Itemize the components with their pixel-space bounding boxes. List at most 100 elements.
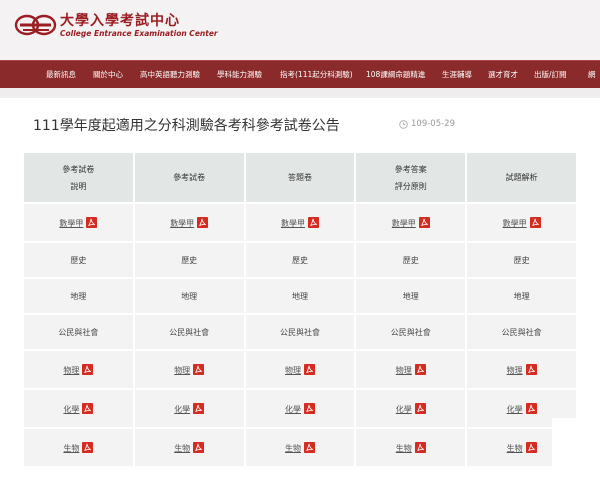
table-header-row: 參考試卷 說明 參考試卷 答題卷 參考答案 評分原則 試題解析 [24,153,576,202]
subject-link[interactable]: 生物 [507,444,523,453]
subject-link[interactable]: 化學 [396,405,412,414]
nav-english-listening[interactable]: 高中英語聽力測驗 [140,61,200,89]
table-cell[interactable]: 數學甲 [356,204,466,241]
subject-link[interactable]: 物理 [63,366,79,375]
table-cell[interactable]: 數學甲 [245,204,355,241]
logo-chinese-name[interactable]: 大學入學考試中心 [60,10,180,30]
nav-more[interactable]: 網 [588,61,596,89]
table-cell[interactable]: 物理 [134,351,244,388]
nav-career[interactable]: 生涯輔導 [442,61,472,89]
table-cell: 歷史 [245,243,355,277]
pdf-icon[interactable] [193,363,205,375]
table-cell: 公民與社會 [467,315,576,349]
table-cell[interactable]: 生物 [356,429,466,466]
subject-link[interactable]: 數學甲 [392,219,416,228]
table-cell[interactable]: 數學甲 [24,204,133,241]
table-cell[interactable]: 物理 [467,351,576,388]
pdf-icon[interactable] [307,216,319,228]
subject-link[interactable]: 物理 [396,366,412,375]
table-row: 生物 生物 生物 生物 生物 [24,429,576,466]
pdf-icon[interactable] [82,363,94,375]
table-cell[interactable]: 化學 [245,390,355,427]
header-reference-paper: 參考試卷 [134,153,244,202]
subject-link[interactable]: 數學甲 [281,219,305,228]
pdf-icon[interactable] [303,402,315,414]
subject-link[interactable]: 生物 [174,444,190,453]
table-cell[interactable]: 數學甲 [467,204,576,241]
nav-ast[interactable]: 指考(111起分科測驗) [280,61,353,89]
subject-link[interactable]: 化學 [507,405,523,414]
subject-link[interactable]: 數學甲 [170,219,194,228]
logo-english-name[interactable]: College Entrance Examination Center [60,29,218,38]
nav-talent[interactable]: 選才育才 [488,61,518,89]
header-analysis: 試題解析 [467,153,576,202]
table-cell[interactable]: 物理 [24,351,133,388]
pdf-icon[interactable] [414,363,426,375]
subject-label: 歷史 [70,255,87,265]
pdf-icon[interactable] [525,402,537,414]
table-cell[interactable]: 化學 [24,390,133,427]
subject-link[interactable]: 生物 [63,444,79,453]
nav-latest-news[interactable]: 最新訊息 [46,61,76,89]
exam-papers-table: 參考試卷 說明 參考試卷 答題卷 參考答案 評分原則 試題解析 數學甲 數學甲 數學甲 數學甲 數學… [22,151,578,468]
table-body: 數學甲 數學甲 數學甲 數學甲 數學甲 歷史 歷史 歷史 歷史 歷史 地理 地理 地理 地理 地理 公民與社會… [24,204,576,466]
subject-link[interactable]: 生物 [396,444,412,453]
header-label: 評分原則 [394,181,427,191]
pdf-icon[interactable] [193,402,205,414]
cec-logo-icon[interactable] [14,10,58,40]
pdf-icon[interactable] [86,216,98,228]
table-cell: 地理 [245,279,355,313]
table-cell[interactable]: 數學甲 [134,204,244,241]
pdf-icon[interactable] [193,441,205,453]
site-header: 大學入學考試中心 College Entrance Examination Ce… [0,0,600,60]
pdf-icon[interactable] [529,216,541,228]
header-label: 參考試卷 [173,173,206,182]
subject-link[interactable]: 物理 [174,366,190,375]
subject-link[interactable]: 化學 [285,405,301,414]
table-cell: 公民與社會 [245,315,355,349]
subject-link[interactable]: 生物 [285,444,301,453]
subject-label: 歷史 [181,255,198,265]
header-paper-notes: 參考試卷 說明 [24,153,133,202]
table-row: 物理 物理 物理 物理 物理 [24,351,576,388]
table-cell: 公民與社會 [134,315,244,349]
table-cell: 歷史 [24,243,133,277]
table-row: 歷史 歷史 歷史 歷史 歷史 [24,243,576,277]
header-answer-sheet: 答題卷 [245,153,355,202]
pdf-icon[interactable] [414,402,426,414]
table-cell[interactable]: 物理 [356,351,466,388]
subject-link[interactable]: 數學甲 [503,219,527,228]
table-cell: 地理 [356,279,466,313]
table-cell: 歷史 [356,243,466,277]
publish-date-text: 109-05-29 [411,119,455,129]
pdf-icon[interactable] [197,216,209,228]
pdf-icon[interactable] [82,402,94,414]
nav-about[interactable]: 關於中心 [93,61,123,89]
subject-label: 歷史 [513,255,530,265]
subject-link[interactable]: 化學 [63,405,79,414]
table-cell: 地理 [134,279,244,313]
nav-gsat[interactable]: 學科能力測驗 [217,61,262,89]
nav-curriculum-108[interactable]: 108課綱命題精進 [366,61,425,89]
table-cell[interactable]: 生物 [24,429,133,466]
table-cell[interactable]: 生物 [134,429,244,466]
subject-link[interactable]: 物理 [285,366,301,375]
pdf-icon[interactable] [525,441,537,453]
table-cell[interactable]: 生物 [245,429,355,466]
table-cell[interactable]: 化學 [356,390,466,427]
pdf-icon[interactable] [303,441,315,453]
table-cell[interactable]: 化學 [134,390,244,427]
subject-link[interactable]: 化學 [174,405,190,414]
table-cell[interactable]: 物理 [245,351,355,388]
pdf-icon[interactable] [525,363,537,375]
subject-link[interactable]: 物理 [507,366,523,375]
pdf-icon[interactable] [82,441,94,453]
nav-publications[interactable]: 出版/訂閱 [534,61,567,89]
pdf-icon[interactable] [418,216,430,228]
table-row: 公民與社會 公民與社會 公民與社會 公民與社會 公民與社會 [24,315,576,349]
table-cell: 歷史 [134,243,244,277]
pdf-icon[interactable] [414,441,426,453]
pdf-icon[interactable] [303,363,315,375]
table-cell: 公民與社會 [24,315,133,349]
subject-link[interactable]: 數學甲 [59,219,83,228]
